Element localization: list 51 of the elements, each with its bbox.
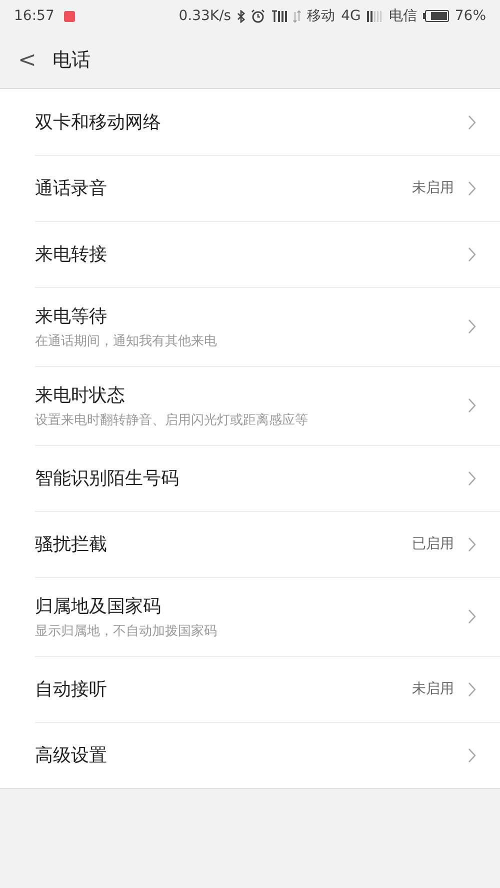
chevron-icon [468, 319, 476, 334]
chevron-icon [468, 114, 476, 130]
item-status: 未启用 [412, 680, 454, 698]
settings-item[interactable]: 来电转接 [0, 221, 500, 287]
item-status: 未启用 [412, 179, 454, 197]
network-type: 4G [341, 8, 361, 24]
item-title: 骚扰拦截 [35, 533, 108, 556]
chevron-icon [468, 682, 476, 696]
signal-icon [271, 10, 288, 22]
item-title: 双卡和移动网络 [35, 111, 162, 134]
battery-percentage: 76% [454, 8, 486, 24]
data-arrows-icon [293, 10, 302, 22]
settings-item[interactable]: 来电等待 在通话期间，通知我有其他来电 [0, 287, 500, 366]
settings-item[interactable]: 智能识别陌生号码 [0, 445, 500, 511]
settings-item[interactable]: 归属地及国家码 显示归属地，不自动加拨国家码 [0, 577, 500, 656]
chevron-icon [468, 398, 476, 413]
item-title: 通话录音 [35, 177, 108, 200]
settings-item[interactable]: 高级设置 [0, 722, 500, 788]
item-title: 智能识别陌生号码 [35, 467, 180, 490]
battery-icon [422, 10, 449, 22]
carrier-name: 移动 [307, 7, 336, 25]
item-description: 显示归属地，不自动加拨国家码 [35, 622, 218, 640]
settings-item[interactable]: 来电时状态 设置来电时翻转静音、启用闪光灯或距离感应等 [0, 366, 500, 445]
item-description: 设置来电时翻转静音、启用闪光灯或距离感应等 [35, 412, 309, 428]
item-title: 归属地及国家码 [35, 594, 162, 618]
notification-icon [64, 10, 76, 22]
chevron-icon [468, 609, 476, 624]
item-title: 来电转接 [35, 243, 108, 266]
item-title: 来电时状态 [35, 384, 126, 406]
bluetooth-icon [237, 10, 246, 22]
item-status: 已启用 [412, 535, 454, 553]
alarm-icon [251, 9, 266, 23]
settings-item[interactable]: 自动接听 未启用 [0, 656, 500, 722]
item-title: 高级设置 [35, 744, 108, 767]
chevron-icon [468, 470, 476, 486]
item-description: 在通话期间，通知我有其他来电 [35, 332, 218, 350]
page-title: 电话 [52, 48, 90, 73]
settings-item[interactable]: 骚扰拦截 已启用 [0, 511, 500, 577]
chevron-icon [468, 180, 476, 196]
carrier-name: 电信 [388, 7, 417, 25]
network-speed: 0.33K/s [178, 8, 232, 24]
settings-item[interactable]: 通话录音 未启用 [0, 155, 500, 221]
item-title: 来电等待 [35, 304, 108, 328]
chevron-icon [468, 536, 476, 552]
chevron-icon [468, 246, 476, 262]
signal-icon [366, 10, 383, 22]
back-button[interactable]: < [18, 48, 36, 72]
chevron-icon [468, 748, 476, 762]
clock: 16:57 [14, 8, 54, 24]
item-title: 自动接听 [35, 678, 108, 701]
settings-item[interactable]: 双卡和移动网络 [0, 89, 500, 155]
